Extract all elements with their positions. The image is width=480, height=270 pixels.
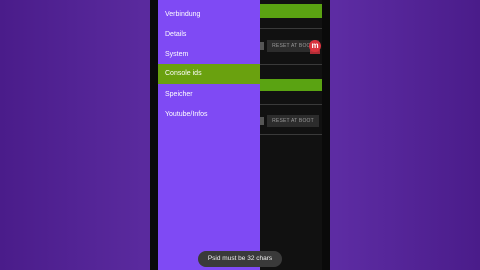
- navigation-drawer: Verbindung Details System Console ids Sp…: [158, 0, 260, 270]
- drawer-item-speicher[interactable]: Speicher: [158, 85, 260, 105]
- phone-screen: RESET AT BOOT m RESET AT BOOT Verbindung…: [150, 0, 330, 270]
- toast-message: Psid must be 32 chars: [198, 251, 282, 267]
- divider: [258, 64, 322, 65]
- section-bar: [258, 79, 322, 91]
- reset-at-boot-button[interactable]: RESET AT BOOT: [267, 115, 319, 127]
- drawer-item-system[interactable]: System: [158, 45, 260, 65]
- logo-tag: [310, 50, 320, 54]
- header-bar: [258, 4, 322, 18]
- drawer-item-console-ids[interactable]: Console ids: [158, 64, 260, 84]
- drawer-item-details[interactable]: Details: [158, 25, 260, 45]
- divider: [258, 104, 322, 105]
- drawer-item-verbindung[interactable]: Verbindung: [158, 5, 260, 25]
- row-marker: [260, 117, 264, 125]
- divider: [258, 28, 322, 29]
- phone-bezel-right: [322, 0, 330, 270]
- row-marker: [260, 42, 264, 50]
- drawer-item-youtube-infos[interactable]: Youtube/Infos: [158, 105, 260, 125]
- phone-bezel-left: [150, 0, 158, 270]
- divider: [258, 134, 322, 135]
